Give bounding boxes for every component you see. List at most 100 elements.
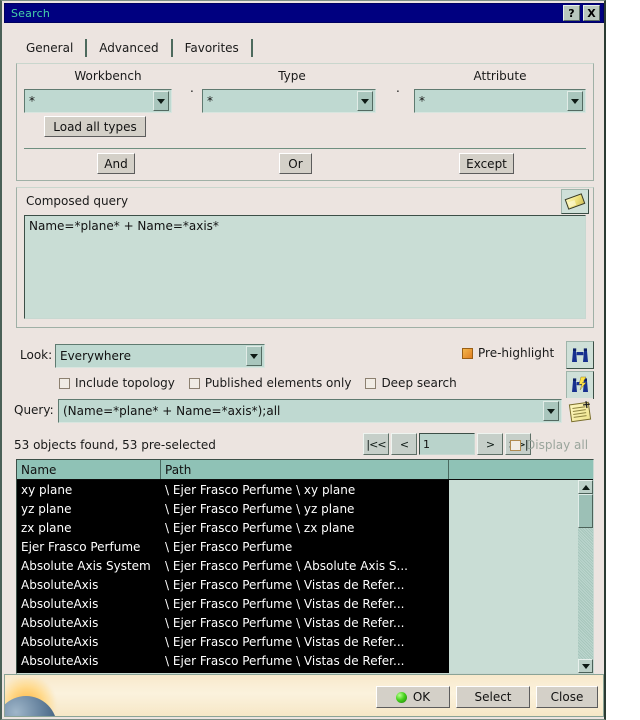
separator-dot-2: .: [396, 81, 400, 95]
binoculars-flash-icon[interactable]: [566, 371, 594, 399]
query-combo[interactable]: (Name=*plane* + Name=*axis*);all: [58, 399, 562, 423]
cell-name: yz plane: [21, 501, 72, 516]
pre-highlight-label: Pre-highlight: [478, 346, 555, 360]
table-row[interactable]: yz plane \ Ejer Frasco Perfume \ yz plane: [17, 499, 449, 518]
table-row[interactable]: AbsoluteAxis\ Ejer Frasco Perfume \ Vist…: [17, 613, 449, 632]
table-row[interactable]: AbsoluteAxis\ Ejer Frasco Perfume \ Vist…: [17, 594, 449, 613]
prev-page-button[interactable]: <: [391, 433, 417, 455]
binoculars-icon[interactable]: [566, 341, 594, 369]
workbench-combo[interactable]: *: [24, 89, 172, 113]
published-elements-only-checkbox[interactable]: Published elements only: [188, 376, 352, 390]
type-value: *: [207, 94, 213, 108]
table-row[interactable]: AbsoluteAxis \ Ejer Frasco Perfume \ Vist…: [17, 632, 449, 651]
column-header-name[interactable]: Name: [17, 460, 161, 479]
results-list: Name Path xy plane \ Ejer Frasco Perfume …: [16, 459, 594, 674]
ok-button-label: OK: [412, 690, 431, 704]
cell-name: AbsoluteAxis: [21, 577, 99, 592]
vertical-scrollbar[interactable]: [578, 480, 593, 673]
close-button[interactable]: Close: [536, 686, 598, 708]
table-row[interactable]: xy plane \ Ejer Frasco Perfume \ xy plane: [17, 480, 449, 499]
cell-path: \ Ejer Frasco Perfume \ Absolute Axis S.…: [165, 558, 408, 573]
checkbox-icon[interactable]: [510, 439, 521, 451]
type-label: Type: [278, 69, 306, 83]
chevron-down-icon[interactable]: [567, 91, 583, 111]
results-list-header: Name Path: [17, 460, 593, 480]
cell-name: AbsoluteAxis: [21, 634, 99, 649]
display-all-checkbox[interactable]: Display all: [510, 438, 588, 452]
type-combo[interactable]: *: [202, 89, 376, 113]
first-page-button[interactable]: |<<: [363, 433, 389, 455]
tab-strip: General Advanced Favorites: [16, 39, 594, 64]
pre-highlight-toggle[interactable]: Pre-highlight: [462, 346, 554, 360]
published-elements-only-label: Published elements only: [204, 376, 352, 390]
cell-name: AbsoluteAxis: [21, 615, 99, 630]
chevron-down-icon[interactable]: [357, 91, 373, 111]
close-icon[interactable]: X: [583, 5, 600, 21]
help-button[interactable]: ?: [563, 5, 580, 21]
chevron-down-icon[interactable]: [543, 401, 559, 421]
or-button[interactable]: Or: [279, 153, 312, 174]
include-topology-label: Include topology: [75, 376, 175, 390]
checkbox-icon[interactable]: [365, 377, 377, 389]
separator-dot-1: .: [190, 81, 194, 95]
tab-favorites[interactable]: Favorites: [173, 39, 253, 57]
pagination: |<< < 1 > >>|: [363, 433, 533, 455]
page-number-input[interactable]: 1: [419, 433, 475, 455]
notepad-plus-icon[interactable]: +: [566, 397, 593, 425]
scroll-down-icon[interactable]: [578, 659, 593, 673]
select-button[interactable]: Select: [456, 686, 530, 708]
cell-path: \ Ejer Frasco Perfume: [165, 539, 293, 554]
composed-query-textarea[interactable]: Name=*plane* + Name=*axis*: [24, 215, 586, 319]
attribute-combo[interactable]: *: [414, 89, 586, 113]
cell-path: \ Ejer Frasco Perfume \ Vistas de Refer.…: [161, 673, 449, 674]
title-bar: Search ? X: [4, 3, 604, 23]
divider: [24, 148, 586, 149]
chevron-down-icon[interactable]: [246, 346, 262, 366]
cell-name: AbsoluteAxis: [17, 673, 161, 674]
look-combo[interactable]: Everywhere: [55, 344, 265, 368]
look-value: Everywhere: [60, 349, 131, 363]
checkbox-icon[interactable]: [59, 377, 70, 389]
except-button[interactable]: Except: [459, 153, 514, 174]
look-label: Look:: [20, 348, 53, 362]
results-rows: xy plane \ Ejer Frasco Perfume \ xy plane…: [17, 480, 449, 673]
cell-name: AbsoluteAxis: [21, 653, 99, 668]
pre-highlight-checkbox-icon[interactable]: [462, 347, 473, 359]
results-list-body[interactable]: xy plane \ Ejer Frasco Perfume \ xy plane…: [17, 480, 593, 673]
table-row[interactable]: AbsoluteAxis \ Ejer Frasco Perfume \ Vist…: [17, 575, 449, 594]
footer-bar: OK Select Close: [4, 674, 604, 717]
window-title: Search: [11, 6, 50, 20]
column-header-path[interactable]: Path: [161, 460, 449, 479]
table-row[interactable]: zx plane \ Ejer Frasco Perfume \ zx plane: [17, 518, 449, 537]
composed-query-label: Composed query: [26, 194, 129, 208]
workbench-value: *: [29, 94, 35, 108]
column-header-empty: [449, 460, 593, 479]
deep-search-label: Deep search: [381, 376, 457, 390]
chevron-down-icon[interactable]: [153, 91, 169, 111]
tab-general[interactable]: General: [16, 39, 88, 57]
include-topology-checkbox[interactable]: Include topology: [59, 376, 175, 390]
display-all-label: Display all: [526, 438, 589, 452]
query-value: (Name=*plane* + Name=*axis*);all: [63, 404, 281, 418]
tab-advanced[interactable]: Advanced: [87, 39, 173, 57]
next-page-button[interactable]: >: [477, 433, 503, 455]
scroll-up-icon[interactable]: [578, 480, 593, 494]
table-row[interactable]: Ejer Frasco Perfume \ Ejer Frasco Perfume: [17, 537, 449, 556]
ok-button[interactable]: OK: [376, 686, 450, 708]
deep-search-checkbox[interactable]: Deep search: [365, 376, 457, 390]
cell-path: \ Ejer Frasco Perfume \ Vistas de Refer.…: [165, 653, 405, 668]
query-label: Query:: [14, 403, 54, 417]
table-row[interactable]: AbsoluteAxis \ Ejer Frasco Perfume \ Vist…: [17, 651, 449, 670]
scrollbar-thumb[interactable]: [578, 494, 593, 528]
checkbox-icon[interactable]: [188, 377, 200, 389]
eraser-icon[interactable]: [561, 189, 589, 214]
status-dot-icon: [395, 691, 407, 703]
table-row[interactable]: Absolute Axis System \ Ejer Frasco Perfum…: [17, 556, 449, 575]
table-row[interactable]: AbsoluteAxis\ Ejer Frasco Perfume \ Vist…: [17, 670, 449, 673]
and-button[interactable]: And: [97, 153, 135, 174]
planet-decoration-icon: [5, 678, 63, 716]
attribute-label: Attribute: [473, 69, 527, 83]
cell-path: \ Ejer Frasco Perfume \ Vistas de Refer.…: [165, 577, 405, 592]
cell-path: \ Ejer Frasco Perfume \ Vistas de Refer.…: [165, 634, 405, 649]
load-all-types-button[interactable]: Load all types: [44, 116, 146, 137]
